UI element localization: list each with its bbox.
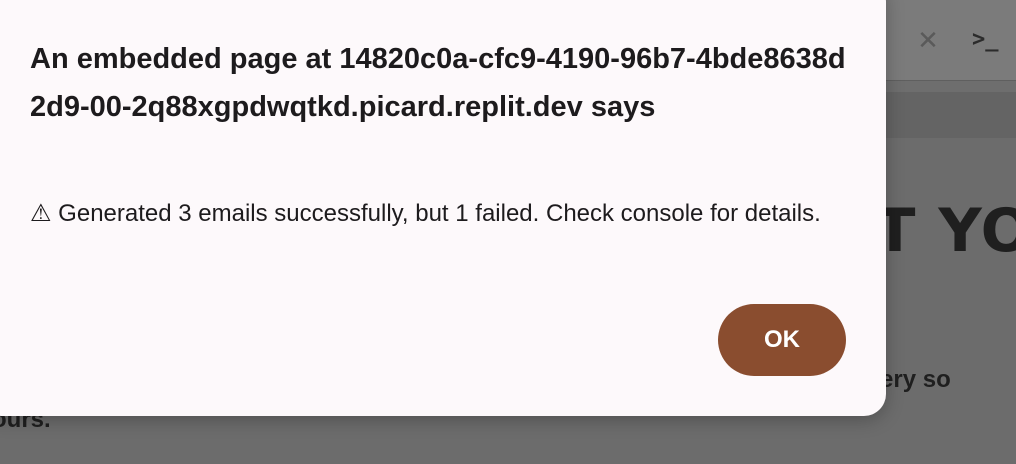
dialog-title: An embedded page at 14820c0a-cfc9-4190-9…: [30, 43, 846, 123]
terminal-icon[interactable]: >_: [972, 24, 1012, 56]
alert-dialog: An embedded page at 14820c0a-cfc9-4190-9…: [0, 0, 886, 416]
close-icon[interactable]: ✕: [914, 26, 942, 54]
ok-button[interactable]: OK: [718, 304, 846, 376]
dialog-message: ⚠ Generated 3 emails successfully, but 1…: [30, 200, 821, 227]
screen: ✕ >_ RT YO elivery so ours. An embedded …: [0, 0, 1016, 464]
